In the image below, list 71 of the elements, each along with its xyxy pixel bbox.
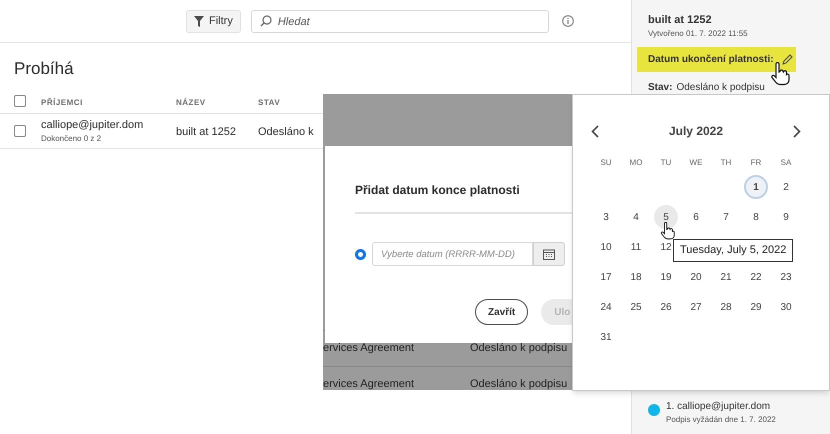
calendar-day[interactable]: 5	[654, 205, 678, 229]
weekday-label: SA	[780, 157, 792, 169]
progress-text: Dokončeno 0 z 2	[41, 132, 102, 144]
calendar-day[interactable]: 17	[594, 265, 618, 289]
calendar-day[interactable]: 3	[594, 205, 618, 229]
section-title: Probíhá	[13, 58, 75, 80]
dialog-title: Přidat datum konce platnosti	[355, 183, 520, 197]
weekday-label: TH	[720, 157, 732, 169]
calendar-day[interactable]: 21	[714, 265, 738, 289]
close-button[interactable]: Zavřít	[475, 299, 528, 325]
table-cell-text: ervices Agreement	[323, 341, 416, 356]
calendar-day[interactable]: 29	[744, 295, 768, 319]
weekday-label: SU	[600, 157, 612, 169]
hand-cursor-icon	[660, 222, 675, 240]
filter-button[interactable]: Filtry	[186, 10, 241, 32]
calendar-day[interactable]: 4	[624, 205, 648, 229]
table-cell-text: ervices Agreement	[323, 377, 416, 390]
signer-note: Podpis vyžádán dne 1. 7. 2022	[666, 414, 776, 426]
weekday-label: FR	[750, 157, 762, 169]
month-title: July 2022	[668, 123, 724, 140]
status-value: Odesláno k podpisu	[676, 81, 765, 95]
calendar-day[interactable]: 1	[744, 175, 768, 199]
calendar-day[interactable]: 19	[654, 265, 678, 289]
signer-email: 1. calliope@jupiter.dom	[666, 400, 772, 414]
created-date: Vytvořeno 01. 7. 2022 11:55	[648, 28, 749, 40]
calendar-icon	[543, 248, 555, 260]
calendar-day[interactable]: 31	[594, 325, 618, 349]
radio-button[interactable]	[355, 248, 366, 260]
calendar-day[interactable]: 25	[624, 295, 648, 319]
column-header[interactable]: PŘÍJEMCI	[41, 98, 83, 106]
search-field[interactable]: Hledat	[250, 10, 549, 34]
info-icon[interactable]	[562, 15, 574, 27]
calendar-day[interactable]: 6	[684, 205, 708, 229]
calendar-day[interactable]: 28	[714, 295, 738, 319]
document-title: built at 1252	[648, 13, 713, 27]
calendar-day[interactable]: 24	[594, 295, 618, 319]
calendar-day[interactable]: 9	[774, 205, 798, 229]
calendar-day[interactable]: 23	[774, 265, 798, 289]
calendar-day[interactable]: 18	[624, 265, 648, 289]
date-input[interactable]: Vyberte datum (RRRR-MM-DD)	[372, 242, 533, 266]
next-month-icon[interactable]	[792, 124, 801, 138]
filter-icon	[194, 16, 204, 26]
status-label: Stav:	[648, 81, 672, 95]
calendar-day[interactable]: 26	[654, 295, 678, 319]
calendar-day[interactable]: 7	[714, 205, 738, 229]
checkbox[interactable]	[14, 125, 26, 137]
calendar-day[interactable]: 30	[774, 295, 798, 319]
calendar-day[interactable]: 20	[684, 265, 708, 289]
tooltip: Tuesday, July 5, 2022	[673, 239, 794, 262]
table-cell-text: Odesláno k podpisu	[470, 377, 568, 390]
calendar-day[interactable]: 22	[744, 265, 768, 289]
table-cell-text: Odesláno k podpisu	[470, 341, 568, 356]
calendar-day[interactable]: 10	[594, 235, 618, 259]
recipient-email: calliope@jupiter.dom	[41, 118, 144, 132]
previous-month-icon[interactable]	[591, 124, 599, 138]
search-icon	[260, 14, 272, 27]
column-header[interactable]: NÁZEV	[176, 98, 206, 106]
expiry-label: Datum ukončení platnosti:	[648, 53, 774, 67]
table-cell: Odesláno k	[258, 126, 314, 138]
checkbox[interactable]	[14, 94, 26, 106]
calendar-day[interactable]: 2	[774, 175, 798, 199]
calendar-day[interactable]: 27	[684, 295, 708, 319]
weekday-label: MO	[630, 157, 642, 169]
column-header[interactable]: STAV	[258, 98, 280, 106]
pencil-icon[interactable]	[782, 54, 793, 65]
weekday-label: WE	[690, 157, 702, 169]
calendar-day[interactable]: 11	[624, 235, 648, 259]
calendar-day[interactable]: 8	[744, 205, 768, 229]
weekday-label: TU	[660, 157, 672, 169]
calendar-button[interactable]	[533, 242, 565, 266]
table-cell: built at 1252	[176, 126, 236, 138]
